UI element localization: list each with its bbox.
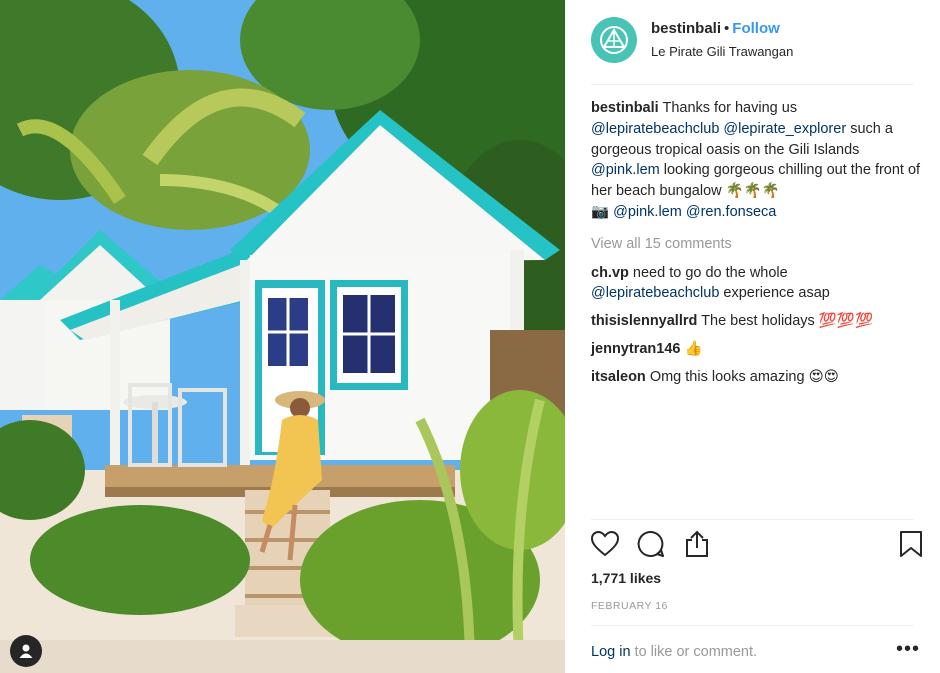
post-actions bbox=[589, 528, 924, 564]
save-button[interactable] bbox=[895, 528, 927, 560]
comment-username[interactable]: ch.vp bbox=[591, 265, 629, 281]
comments-section: bestinbali Thanks for having us @lepirat… bbox=[591, 98, 926, 395]
more-options-button[interactable]: ••• bbox=[896, 638, 920, 661]
login-link[interactable]: Log in bbox=[591, 644, 631, 660]
header-line: bestinbali • Follow bbox=[651, 20, 780, 37]
tagged-user-icon[interactable] bbox=[10, 635, 42, 667]
comment: ch.vp need to go do the whole @lepirateb… bbox=[591, 263, 926, 305]
comment-username[interactable]: itsaleon bbox=[591, 369, 646, 385]
post-header: bestinbali • Follow Le Pirate Gili Trawang… bbox=[565, 0, 940, 84]
share-icon bbox=[686, 530, 708, 557]
login-prompt-text: to like or comment. bbox=[634, 644, 758, 660]
camera-emoji: 📷 bbox=[591, 203, 610, 220]
comment-button[interactable] bbox=[635, 528, 667, 560]
post-photo[interactable] bbox=[0, 0, 565, 673]
share-button[interactable] bbox=[681, 528, 713, 560]
comment: itsaleon Omg this looks amazing 😍😍 bbox=[591, 367, 926, 388]
comment-mention[interactable]: @lepiratebeachclub bbox=[591, 285, 719, 301]
palm-tree-emojis: 🌴🌴🌴 bbox=[725, 183, 780, 200]
header-divider bbox=[591, 84, 914, 85]
comment: jennytran146 👍 bbox=[591, 339, 926, 360]
comment-text: experience asap bbox=[723, 285, 830, 302]
heart-icon bbox=[591, 531, 619, 557]
footer-divider bbox=[591, 625, 914, 626]
post-side-panel: bestinbali • Follow Le Pirate Gili Trawang… bbox=[565, 0, 940, 673]
profile-avatar[interactable] bbox=[591, 17, 637, 63]
caption: bestinbali Thanks for having us @lepirat… bbox=[591, 98, 926, 223]
header-separator: • bbox=[724, 20, 730, 37]
caption-text-1: Thanks for having us bbox=[662, 100, 798, 116]
caption-mention[interactable]: @lepiratebeachclub bbox=[591, 121, 719, 137]
caption-mention[interactable]: @pink.lem bbox=[591, 162, 660, 178]
comment-text: Omg this looks amazing bbox=[649, 368, 805, 385]
login-prompt: Log in to like or comment. bbox=[591, 644, 757, 660]
comment: thisislennyallrd The best holidays 💯💯💯 bbox=[591, 311, 926, 332]
post-username[interactable]: bestinbali bbox=[651, 20, 721, 37]
caption-mention[interactable]: @lepirate_explorer bbox=[723, 121, 846, 137]
comment-username[interactable]: thisislennyallrd bbox=[591, 313, 697, 329]
brand-logo-icon bbox=[600, 26, 628, 54]
actions-divider bbox=[591, 519, 914, 520]
caption-mention[interactable]: @pink.lem bbox=[613, 204, 682, 220]
post-date: FEBRUARY 16 bbox=[591, 600, 668, 612]
bungalow-illustration bbox=[0, 0, 565, 673]
comment-text: need to go do the whole bbox=[632, 264, 788, 281]
comment-text: The best holidays bbox=[701, 313, 815, 330]
likes-count[interactable]: 1,771 likes bbox=[591, 570, 661, 586]
post-location[interactable]: Le Pirate Gili Trawangan bbox=[651, 44, 793, 59]
caption-username[interactable]: bestinbali bbox=[591, 100, 659, 116]
comment-username[interactable]: jennytran146 bbox=[591, 341, 680, 357]
view-all-comments-link[interactable]: View all 15 comments bbox=[591, 234, 926, 255]
hundred-points-emojis: 💯💯💯 bbox=[818, 313, 874, 330]
bookmark-icon bbox=[900, 531, 922, 557]
caption-mention[interactable]: @ren.fonseca bbox=[686, 204, 777, 220]
follow-button[interactable]: Follow bbox=[732, 20, 780, 37]
comment-bubble-icon bbox=[637, 530, 664, 557]
thumbs-up-emoji: 👍 bbox=[684, 340, 703, 357]
heart-eyes-emojis: 😍😍 bbox=[808, 368, 839, 385]
like-button[interactable] bbox=[589, 528, 621, 560]
